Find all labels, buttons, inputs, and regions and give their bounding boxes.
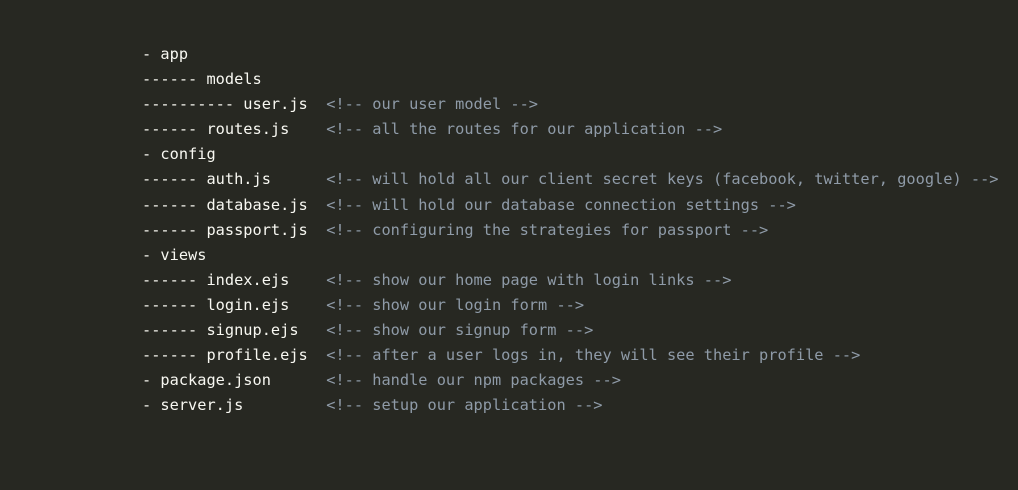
- code-text: - config: [142, 145, 216, 164]
- code-comment: <!-- handle our npm packages -->: [326, 371, 621, 390]
- code-text: ------ signup.ejs: [142, 321, 327, 340]
- code-comment: <!-- our user model -->: [326, 95, 539, 114]
- code-comment: <!-- after a user logs in, they will see…: [326, 346, 861, 365]
- code-text: ------ routes.js: [142, 120, 327, 139]
- code-line: ------ login.ejs <!-- show our login for…: [142, 293, 999, 318]
- code-text: ---------- user.js: [142, 95, 327, 114]
- page: { "code_block": { "lines": [ {"code": "-…: [0, 0, 1018, 490]
- code-line: - views: [142, 243, 999, 268]
- code-line: ------ profile.ejs <!-- after a user log…: [142, 343, 999, 368]
- code-line: - package.json <!-- handle our npm packa…: [142, 368, 999, 393]
- code-text: ------ login.ejs: [142, 295, 327, 314]
- code-line: - server.js <!-- setup our application -…: [142, 393, 999, 418]
- code-text: ------ database.js: [142, 195, 327, 214]
- code-comment: <!-- all the routes for our application …: [326, 120, 723, 139]
- code-line: ------ passport.js <!-- configuring the …: [142, 218, 999, 243]
- code-text: ------ profile.ejs: [142, 346, 327, 365]
- code-line: ------ routes.js <!-- all the routes for…: [142, 117, 999, 142]
- code-text: - package.json: [142, 371, 327, 390]
- code-text: ------ models: [142, 70, 262, 89]
- code-comment: <!-- will hold all our client secret key…: [326, 170, 999, 189]
- code-comment: <!-- show our signup form -->: [326, 321, 594, 340]
- code-line: ------ models: [142, 67, 999, 92]
- code-block: - app ------ models ---------- user.js <!-…: [142, 42, 999, 418]
- code-line: ---------- user.js <!-- our user model -…: [142, 92, 999, 117]
- code-comment: <!-- show our home page with login links…: [326, 270, 732, 289]
- code-line: ------ auth.js <!-- will hold all our cl…: [142, 167, 999, 192]
- code-text: - views: [142, 245, 207, 264]
- code-text: ------ index.ejs: [142, 270, 327, 289]
- code-line: ------ database.js <!-- will hold our da…: [142, 193, 999, 218]
- code-line: ------ signup.ejs <!-- show our signup f…: [142, 318, 999, 343]
- code-text: ------ auth.js: [142, 170, 327, 189]
- code-line: - config: [142, 142, 999, 167]
- code-comment: <!-- show our login form -->: [326, 295, 585, 314]
- code-comment: <!-- configuring the strategies for pass…: [326, 220, 769, 239]
- code-text: - server.js: [142, 396, 327, 415]
- code-text: - app: [142, 45, 189, 63]
- code-comment: <!-- will hold our database connection s…: [326, 195, 796, 214]
- code-comment: <!-- setup our application -->: [326, 396, 603, 415]
- code-line: - app: [142, 42, 999, 67]
- code-text: ------ passport.js: [142, 220, 327, 239]
- code-line: ------ index.ejs <!-- show our home page…: [142, 268, 999, 293]
